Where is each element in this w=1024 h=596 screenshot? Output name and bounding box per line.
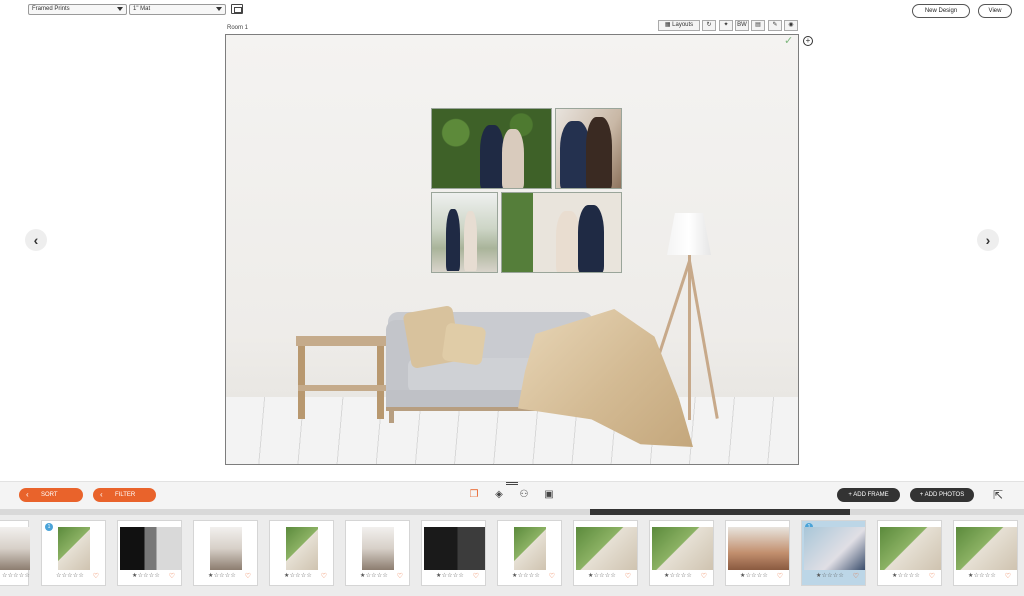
photo-card[interactable]: ★☆☆☆☆ ♡: [649, 520, 714, 586]
bw-label: BW: [737, 22, 747, 28]
eye-icon: ◉: [788, 22, 794, 28]
photo-card[interactable]: ★☆☆☆☆ ♡: [345, 520, 410, 586]
pin-button[interactable]: ✦: [719, 20, 733, 31]
export-icon[interactable]: ⇱: [992, 489, 1004, 501]
frame-icon[interactable]: ▣: [543, 489, 555, 501]
photo-card-selected[interactable]: 1 ★☆☆☆☆ ♡: [801, 520, 866, 586]
room-preview[interactable]: [225, 34, 799, 465]
eye-button[interactable]: ◉: [784, 20, 798, 31]
heart-icon[interactable]: ♡: [245, 572, 251, 580]
chevron-left-icon: ‹: [33, 232, 39, 248]
photo-card[interactable]: ★☆☆☆☆ ♡: [573, 520, 638, 586]
filter-button[interactable]: ‹ FILTER: [93, 488, 156, 502]
grid-icon: ▦: [664, 22, 671, 28]
usage-badge: 1: [45, 523, 53, 531]
bw-button[interactable]: BW: [735, 20, 749, 31]
sort-label: SORT: [41, 492, 58, 498]
heart-icon[interactable]: ♡: [397, 572, 403, 580]
add-photos-button[interactable]: + ADD PHOTOS: [910, 488, 974, 502]
layouts-button[interactable]: ▦ Layouts: [658, 20, 700, 31]
photo-card[interactable]: ★☆☆☆☆ ♡: [421, 520, 486, 586]
check-icon[interactable]: ✓: [784, 35, 796, 47]
people-icon[interactable]: ⚇: [518, 489, 530, 501]
photo-card[interactable]: ★☆☆☆☆ ♡: [193, 520, 258, 586]
pencil-icon: ✎: [772, 22, 778, 28]
filter-label: FILTER: [115, 492, 136, 498]
photo-card[interactable]: ★☆☆☆☆ ♡: [117, 520, 182, 586]
photo-card[interactable]: ★☆☆☆☆ ♡: [877, 520, 942, 586]
heart-icon[interactable]: ♡: [549, 572, 555, 580]
calculator-button[interactable]: ▤: [751, 20, 765, 31]
photo-card[interactable]: 1 ☆☆☆☆☆ ♡: [41, 520, 106, 586]
chevron-right-icon: ›: [985, 232, 991, 248]
product-select[interactable]: Framed Prints: [28, 4, 127, 15]
side-table: [296, 336, 388, 346]
heart-icon[interactable]: ♡: [929, 572, 935, 580]
layers-icon[interactable]: ◈: [493, 489, 505, 501]
product-select-value: Framed Prints: [32, 6, 70, 12]
photo-card[interactable]: ★☆☆☆☆ ♡: [269, 520, 334, 586]
collage-photo-2[interactable]: [555, 108, 622, 189]
pencil-button[interactable]: ✎: [768, 20, 782, 31]
next-room-button[interactable]: ›: [977, 229, 999, 251]
photo-card[interactable]: ★☆☆☆☆ ♡: [497, 520, 562, 586]
photo-film-strip: ☆☆☆☆☆ 1 ☆☆☆☆☆ ♡ ★☆☆☆☆ ♡ ★☆☆☆☆ ♡ ★☆☆☆☆ ♡ …: [0, 515, 1024, 596]
collage-photo-3[interactable]: [431, 192, 498, 273]
collage-photo-1[interactable]: [431, 108, 552, 189]
photo-card[interactable]: ★☆☆☆☆ ♡: [953, 520, 1018, 586]
sort-button[interactable]: ‹ SORT: [19, 488, 83, 502]
chevron-left-icon: ‹: [100, 490, 103, 499]
heart-icon[interactable]: ♡: [321, 572, 327, 580]
new-design-button[interactable]: New Design: [912, 4, 970, 18]
pillow: [441, 322, 487, 366]
lamp-shade: [667, 213, 711, 255]
calculator-icon: ▤: [755, 22, 761, 28]
pin-icon: ✦: [723, 22, 729, 28]
heart-icon[interactable]: ♡: [1005, 572, 1011, 580]
view-button[interactable]: View: [978, 4, 1012, 18]
heart-icon[interactable]: ♡: [777, 572, 783, 580]
photo-card[interactable]: ★☆☆☆☆ ♡: [725, 520, 790, 586]
heart-icon[interactable]: ♡: [169, 572, 175, 580]
collage-photo-4[interactable]: [501, 192, 622, 273]
monitor-rect-icon[interactable]: [231, 4, 243, 14]
plus-circle-icon[interactable]: +: [803, 36, 813, 46]
previous-room-button[interactable]: ‹: [25, 229, 47, 251]
rotate-button[interactable]: ↻: [702, 20, 716, 31]
chevron-down-icon: [117, 7, 123, 11]
lamp-leg: [688, 260, 719, 419]
photo-card[interactable]: ☆☆☆☆☆: [0, 520, 30, 586]
heart-icon[interactable]: ♡: [473, 572, 479, 580]
heart-icon[interactable]: ♡: [701, 572, 707, 580]
chevron-left-icon: ‹: [26, 490, 29, 499]
mat-select[interactable]: 1" Mat: [129, 4, 226, 15]
chevron-down-icon: [216, 7, 222, 11]
copy-icon[interactable]: ❐: [468, 489, 480, 501]
bottom-toolbar: ‹ SORT ‹ FILTER ❐ ◈ ⚇ ▣ + ADD FRAME + AD…: [0, 481, 1024, 509]
heart-icon[interactable]: ♡: [853, 572, 859, 580]
mat-select-value: 1" Mat: [133, 6, 151, 12]
heart-icon[interactable]: ♡: [625, 572, 631, 580]
room-label: Room 1: [227, 25, 249, 31]
add-frame-button[interactable]: + ADD FRAME: [837, 488, 900, 502]
layouts-label: Layouts: [672, 22, 694, 28]
rotate-icon: ↻: [706, 22, 712, 28]
heart-icon[interactable]: ♡: [93, 572, 99, 580]
drag-handle[interactable]: [506, 482, 518, 485]
